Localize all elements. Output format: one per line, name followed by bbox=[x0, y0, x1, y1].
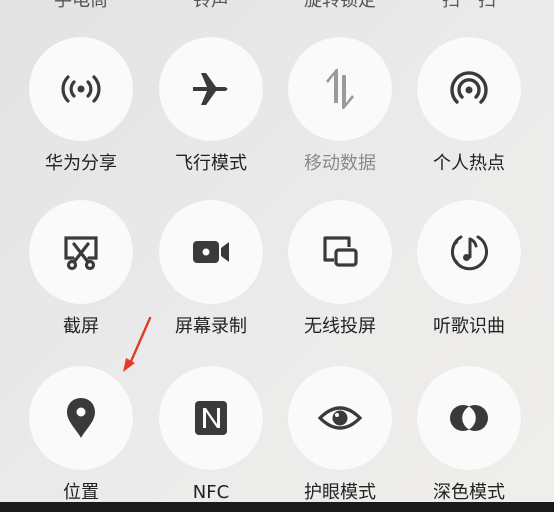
nfc-toggle[interactable] bbox=[159, 366, 263, 470]
mobile-data-toggle[interactable] bbox=[288, 37, 392, 141]
bottom-edge bbox=[0, 502, 554, 512]
music-recognition-toggle[interactable] bbox=[417, 200, 521, 304]
tile-label: 飞行模式 bbox=[175, 153, 247, 174]
huawei-share-icon bbox=[61, 75, 101, 103]
eye-comfort-icon bbox=[317, 406, 363, 430]
mobile-data-icon bbox=[326, 69, 354, 109]
nfc-icon bbox=[195, 401, 227, 435]
screen-record-icon bbox=[193, 241, 229, 263]
location-icon bbox=[67, 398, 95, 438]
cutoff-label-ringtone: 铃声 bbox=[193, 0, 229, 11]
dark-mode-icon bbox=[450, 405, 488, 431]
tile-label: 深色模式 bbox=[433, 482, 505, 503]
tile-label: 个人热点 bbox=[433, 153, 505, 174]
dark-mode-toggle[interactable] bbox=[417, 366, 521, 470]
huawei-share-toggle[interactable] bbox=[29, 37, 133, 141]
wireless-projection-icon bbox=[323, 236, 358, 267]
screenshot-toggle[interactable] bbox=[29, 200, 133, 304]
hotspot-toggle[interactable] bbox=[417, 37, 521, 141]
cutoff-label-rotation-lock: 旋转锁定 bbox=[304, 0, 376, 11]
tile-label: 无线投屏 bbox=[304, 316, 376, 337]
location-toggle[interactable] bbox=[29, 366, 133, 470]
eye-comfort-toggle[interactable] bbox=[288, 366, 392, 470]
previous-row-labels: 手电筒 铃声 旋转锁定 扫一扫 bbox=[0, 0, 554, 11]
tile-label: 屏幕录制 bbox=[175, 316, 247, 337]
tile-label: 护眼模式 bbox=[304, 482, 376, 503]
tile-label: 华为分享 bbox=[45, 153, 117, 174]
cutoff-label-flashlight: 手电筒 bbox=[54, 0, 108, 11]
music-recognition-icon bbox=[451, 235, 488, 271]
tile-label: 位置 bbox=[63, 482, 99, 503]
annotation-arrow bbox=[123, 316, 152, 372]
tile-label: 移动数据 bbox=[304, 153, 376, 174]
tile-label: NFC bbox=[192, 482, 230, 503]
screen-record-toggle[interactable] bbox=[159, 200, 263, 304]
cutoff-label-scan: 扫一扫 bbox=[442, 0, 496, 11]
airplane-mode-toggle[interactable] bbox=[159, 37, 263, 141]
wireless-projection-toggle[interactable] bbox=[288, 200, 392, 304]
screenshot-icon bbox=[64, 236, 98, 271]
hotspot-icon bbox=[450, 71, 488, 104]
tile-label: 听歌识曲 bbox=[433, 316, 505, 337]
airplane-icon bbox=[193, 73, 228, 105]
